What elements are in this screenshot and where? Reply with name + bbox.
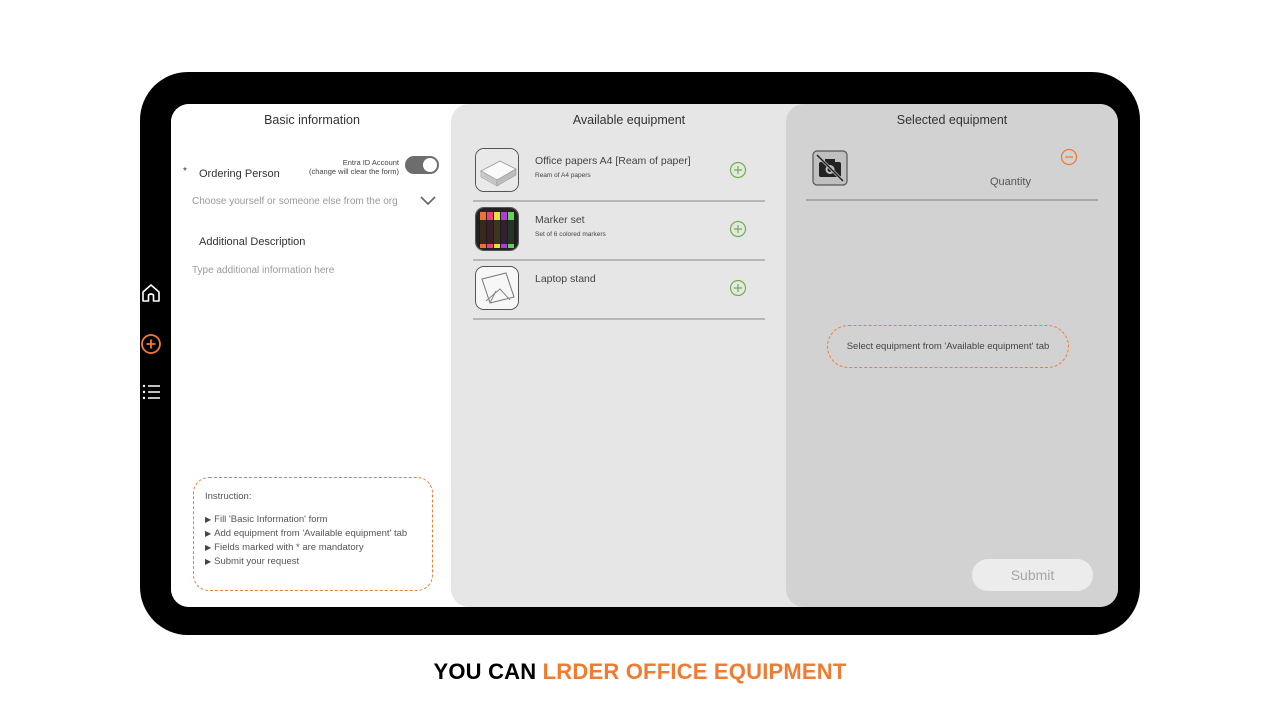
instruction-item: Fill 'Basic Information' form <box>205 513 421 527</box>
ordering-person-select[interactable]: Choose yourself or someone else from the… <box>192 194 437 212</box>
mandatory-asterisk: * <box>183 166 187 177</box>
ordering-person-placeholder: Choose yourself or someone else from the… <box>192 196 398 207</box>
ordering-person-label: Ordering Person <box>199 168 280 180</box>
selected-equipment-title: Selected equipment <box>896 113 1008 127</box>
tablet-frame: Basic information * Ordering Person Entr… <box>140 72 1140 635</box>
entra-toggle-caption-line1: Entra ID Account <box>342 158 399 167</box>
instructions-box: Instruction: Fill 'Basic Information' fo… <box>193 477 433 591</box>
equipment-item: Laptop stand <box>473 262 765 320</box>
equipment-name: Marker set <box>535 214 585 226</box>
equipment-item: Office papers A4 [Ream of paper] Ream of… <box>473 144 765 202</box>
instruction-item: Add equipment from 'Available equipment'… <box>205 527 421 541</box>
app-screen: Basic information * Ordering Person Entr… <box>171 104 1118 607</box>
caption-part-black: YOU CAN <box>433 659 543 684</box>
equipment-description: Ream of A4 papers <box>535 172 591 179</box>
entra-account-toggle[interactable] <box>405 156 439 174</box>
selected-equipment-panel: Selected equipment Quantity Select equip… <box>786 104 1118 607</box>
submit-button[interactable]: Submit <box>972 559 1093 591</box>
selection-hint: Select equipment from 'Available equipme… <box>827 325 1069 368</box>
home-icon[interactable] <box>138 280 164 306</box>
equipment-name: Office papers A4 [Ream of paper] <box>535 155 691 167</box>
toggle-knob <box>423 158 437 172</box>
instruction-item: Submit your request <box>205 555 421 569</box>
no-image-icon <box>812 150 848 186</box>
additional-description-label: Additional Description <box>199 236 306 248</box>
add-circle-icon[interactable] <box>729 161 747 179</box>
equipment-name: Laptop stand <box>535 273 596 285</box>
available-equipment-panel: Available equipment Office papers A4 [Re… <box>451 104 807 607</box>
entra-toggle-caption: Entra ID Account (change will clear the … <box>289 158 399 176</box>
add-circle-icon[interactable] <box>729 220 747 238</box>
basic-information-title: Basic information <box>264 113 360 127</box>
chevron-down-icon[interactable] <box>419 194 437 208</box>
available-equipment-title: Available equipment <box>572 113 686 127</box>
entra-toggle-caption-line2: (change will clear the form) <box>308 167 399 176</box>
promo-caption: YOU CAN LRDER OFFICE EQUIPMENT <box>0 659 1280 685</box>
equipment-item: Marker set Set of 6 colored markers <box>473 203 765 261</box>
additional-description-input[interactable]: Type additional information here <box>192 265 334 276</box>
paper-ream-icon <box>475 148 519 192</box>
laptop-stand-icon <box>475 266 519 310</box>
list-icon[interactable] <box>138 379 164 405</box>
equipment-description: Set of 6 colored markers <box>535 231 606 238</box>
basic-information-panel: Basic information * Ordering Person Entr… <box>171 104 453 607</box>
instruction-item: Fields marked with * are mandatory <box>205 541 421 555</box>
instructions-title: Instruction: <box>205 491 252 502</box>
caption-part-orange: LRDER OFFICE EQUIPMENT <box>542 659 847 684</box>
quantity-label: Quantity <box>990 176 1031 188</box>
selected-item-row: Quantity <box>806 144 1098 201</box>
add-circle-icon[interactable] <box>729 279 747 297</box>
remove-circle-icon[interactable] <box>1060 148 1078 166</box>
add-order-icon[interactable] <box>138 331 164 357</box>
marker-set-icon <box>475 207 519 251</box>
